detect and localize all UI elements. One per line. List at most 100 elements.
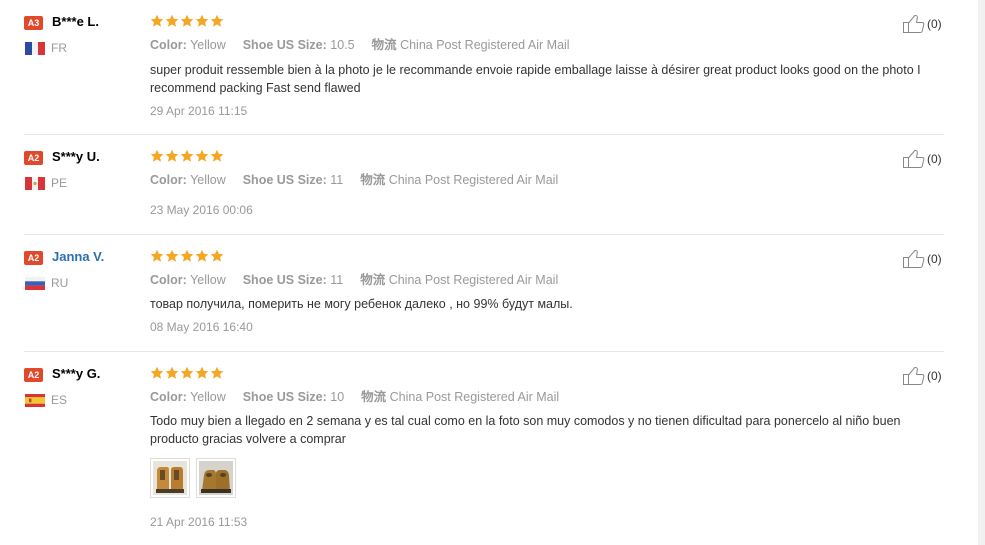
country-code: ES (51, 393, 68, 407)
country-code: RU (51, 276, 69, 290)
color-value: Yellow (190, 38, 226, 52)
size-label: Shoe US Size: (242, 390, 327, 404)
review-attributes: Color: Yellow Shoe US Size: 10 物流 China … (150, 390, 559, 405)
logistics-label: 物流 (361, 390, 387, 404)
review-date: 08 May 2016 16:40 (150, 320, 253, 334)
color-value: Yellow (190, 390, 226, 404)
star-icon (210, 249, 224, 262)
size-label: Shoe US Size: (242, 273, 327, 287)
reviewer-name[interactable]: Janna V. (52, 249, 104, 265)
star-icon (165, 149, 179, 162)
helpful-vote: (0) (902, 366, 942, 386)
star-icon (165, 249, 179, 262)
size-value: 11 (330, 173, 344, 187)
flag-es-icon (25, 394, 45, 407)
buyer-level-badge: A2 (24, 251, 43, 265)
review-text: Todo muy bien a llegado en 2 semana y es… (150, 414, 901, 446)
logistics-label: 物流 (360, 273, 386, 287)
thumbs-up-icon[interactable] (902, 149, 926, 169)
review-photos (150, 458, 236, 498)
star-icon (150, 249, 164, 262)
size-label: Shoe US Size: (242, 38, 327, 52)
buyer-level-badge: A2 (24, 151, 43, 165)
size-label: Shoe US Size: (242, 173, 327, 187)
color-label: Color: (150, 38, 187, 52)
review-attributes: Color: Yellow Shoe US Size: 11 物流 China … (150, 173, 558, 188)
logistics-value: China Post Registered Air Mail (388, 273, 559, 287)
review-photo-1[interactable] (150, 458, 190, 498)
review-date: 23 May 2016 00:06 (150, 203, 253, 217)
boot-photo-icon (153, 461, 187, 495)
star-icon (210, 14, 224, 27)
review-date: 29 Apr 2016 11:15 (150, 104, 248, 118)
thumbs-up-icon[interactable] (902, 249, 926, 269)
logistics-label: 物流 (371, 38, 397, 52)
star-icon (165, 366, 179, 379)
review-attributes: Color: Yellow Shoe US Size: 11 物流 China … (150, 273, 558, 288)
review-divider (24, 134, 944, 135)
star-icon (180, 366, 194, 379)
size-value: 11 (330, 273, 344, 287)
reviewer-name: B***e L. (52, 14, 99, 29)
star-icon (210, 366, 224, 379)
logistics-value: China Post Registered Air Mail (388, 173, 559, 187)
helpful-count: (0) (927, 17, 942, 31)
color-label: Color: (150, 173, 187, 187)
star-icon (195, 249, 209, 262)
buyer-level-badge: A2 (24, 368, 43, 382)
review-item: A2 S***y U. PE Color: Yellow Shoe US Siz… (0, 149, 944, 229)
helpful-count: (0) (927, 152, 942, 166)
star-rating (150, 149, 224, 163)
helpful-vote: (0) (902, 249, 942, 269)
thumbs-up-icon[interactable] (902, 366, 926, 386)
logistics-value: China Post Registered Air Mail (389, 390, 560, 404)
color-value: Yellow (190, 173, 226, 187)
country-code: PE (51, 176, 68, 190)
review-text: товар получила, померить не могу ребенок… (150, 297, 573, 311)
helpful-count: (0) (927, 252, 942, 266)
star-rating (150, 14, 224, 28)
logistics-value: China Post Registered Air Mail (400, 38, 570, 52)
review-text: super produit ressemble bien à la photo … (150, 63, 921, 95)
boot-photo-icon (199, 461, 233, 495)
reviewer-name: S***y G. (52, 366, 101, 381)
star-icon (165, 14, 179, 27)
review-divider (24, 234, 944, 235)
star-icon (180, 249, 194, 262)
size-value: 10.5 (330, 38, 355, 52)
flag-pe-icon (25, 177, 45, 190)
color-label: Color: (150, 390, 187, 404)
review-item: A3 B***e L. FR Color: Yellow Shoe US Siz… (0, 14, 944, 124)
star-rating (150, 249, 224, 263)
star-icon (150, 149, 164, 162)
flag-fr-icon (25, 42, 45, 55)
star-icon (195, 14, 209, 27)
buyer-level-badge: A3 (24, 16, 43, 30)
helpful-vote: (0) (902, 14, 942, 34)
helpful-count: (0) (927, 369, 942, 383)
review-item: A2 Janna V. RU Color: Yellow Shoe US Siz… (0, 249, 944, 339)
star-icon (180, 149, 194, 162)
color-label: Color: (150, 273, 187, 287)
size-value: 10 (330, 390, 345, 404)
star-rating (150, 366, 224, 380)
review-attributes: Color: Yellow Shoe US Size: 10.5 物流 Chin… (150, 38, 570, 53)
review-photo-2[interactable] (196, 458, 236, 498)
logistics-label: 物流 (360, 173, 386, 187)
star-icon (180, 14, 194, 27)
star-icon (195, 149, 209, 162)
star-icon (150, 366, 164, 379)
star-icon (150, 14, 164, 27)
reviewer-name: S***y U. (52, 149, 100, 164)
color-value: Yellow (190, 273, 226, 287)
scrollbar[interactable] (978, 0, 985, 545)
country-code: FR (51, 41, 67, 55)
thumbs-up-icon[interactable] (902, 14, 926, 34)
star-icon (210, 149, 224, 162)
star-icon (195, 366, 209, 379)
review-date: 21 Apr 2016 11:53 (150, 515, 248, 529)
review-item: A2 S***y G. ES Color: Yellow Shoe US Siz… (0, 366, 944, 541)
flag-ru-icon (25, 277, 45, 290)
review-divider (24, 351, 944, 352)
helpful-vote: (0) (902, 149, 942, 169)
